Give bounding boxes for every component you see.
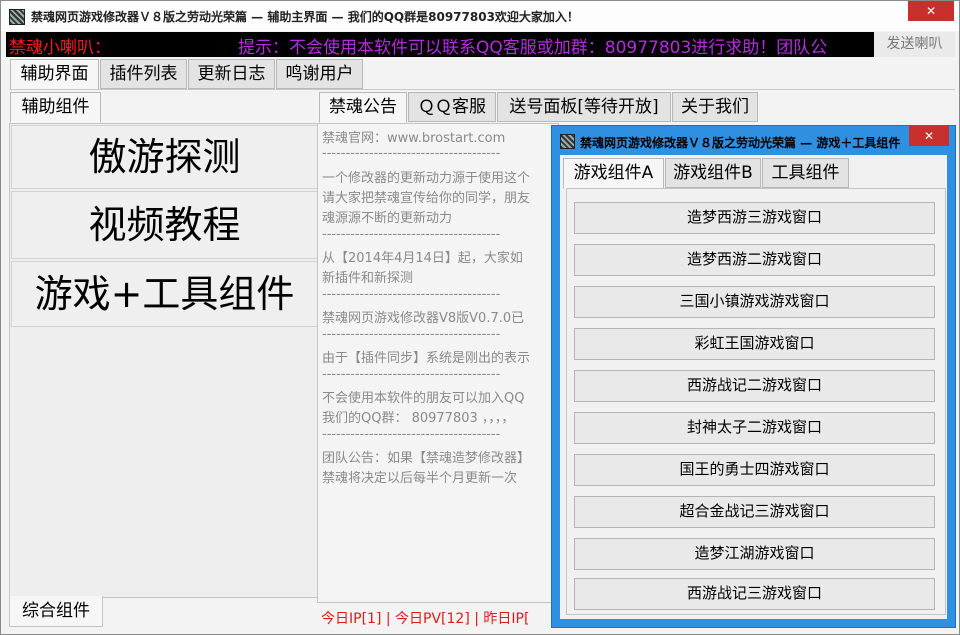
notice-line: 请大家把禁魂宣传给你的同学，朋友 xyxy=(322,191,531,206)
game-window-button[interactable]: 造梦西游三游戏窗口 xyxy=(574,202,935,234)
tab-assist-components[interactable]: 辅助组件 xyxy=(10,92,101,123)
notice-line: 新插件和新探测 xyxy=(322,271,414,286)
tab-general-components[interactable]: 综合组件 xyxy=(9,596,103,627)
content-divider xyxy=(9,89,955,90)
announcement-text: 禁魂官网：www.brostart.com ------------------… xyxy=(317,123,559,603)
notice-line: 不会使用本软件的朋友可以加入QQ xyxy=(322,391,525,406)
tab-game-components-b[interactable]: 游戏组件B xyxy=(665,158,761,188)
dialog-close-button[interactable]: ✕ xyxy=(909,126,949,146)
send-horn-button[interactable]: 发送喇叭 xyxy=(874,32,955,57)
notice-line: -------------------------------------- xyxy=(322,427,501,442)
close-button[interactable]: ✕ xyxy=(908,1,954,21)
notice-line: -------------------------------------- xyxy=(322,146,501,161)
marquee-bar: 禁魂小喇叭： 提示：不会使用本软件可以联系QQ客服或加群：80977803进行求… xyxy=(6,32,874,57)
marquee-label: 禁魂小喇叭： xyxy=(9,38,111,57)
notice-line: 团队公告：如果【禁魂造梦修改器】 xyxy=(322,451,531,466)
notice-line: 魂源源不断的更新动力 xyxy=(322,211,453,226)
title-bar: 禁魂网页游戏修改器Ｖ８版之劳动光荣篇 — 辅助主界面 — 我们的QQ群是8097… xyxy=(1,1,959,31)
game-tool-components-button[interactable]: 游戏+工具组件 xyxy=(11,261,318,327)
game-window-button[interactable]: 三国小镇游戏游戏窗口 xyxy=(574,286,935,318)
notice-line: 禁魂将决定以后每半个月更新一次 xyxy=(322,471,518,486)
game-window-button[interactable]: 西游战记三游戏窗口 xyxy=(574,578,935,610)
marquee-text: 提示：不会使用本软件可以联系QQ客服或加群：80977803进行求助！团队公 xyxy=(238,38,828,57)
dialog-title: 禁魂网页游戏修改器Ｖ８版之劳动光荣篇 — 游戏＋工具组件 xyxy=(580,136,901,150)
notice-line: 一个修改器的更新动力源于使用这个 xyxy=(322,171,531,186)
notice-line: 禁魂网页游戏修改器V8版V0.7.0已 xyxy=(322,311,525,326)
video-tutorial-button[interactable]: 视频教程 xyxy=(11,191,318,259)
tab-account-panel[interactable]: 送号面板[等待开放] xyxy=(497,92,671,122)
window-title: 禁魂网页游戏修改器Ｖ８版之劳动光荣篇 — 辅助主界面 — 我们的QQ群是8097… xyxy=(31,10,579,24)
app-icon xyxy=(9,9,25,25)
visit-stats: 今日IP[1] | 今日PV[12] | 昨日IP[ xyxy=(321,611,530,627)
tab-about-us[interactable]: 关于我们 xyxy=(672,92,758,122)
game-window-button[interactable]: 造梦江湖游戏窗口 xyxy=(574,538,935,570)
tab-update-log[interactable]: 更新日志 xyxy=(188,59,275,89)
aoyou-detect-button[interactable]: 傲游探测 xyxy=(11,125,318,189)
tab-game-components-a[interactable]: 游戏组件A xyxy=(563,158,664,189)
tab-announcement[interactable]: 禁魂公告 xyxy=(319,92,407,123)
notice-line: 从【2014年4月14日】起，大家如 xyxy=(322,251,523,266)
notice-line: -------------------------------------- xyxy=(322,327,501,342)
tab-tool-components[interactable]: 工具组件 xyxy=(762,158,849,188)
tab-plugin-list[interactable]: 插件列表 xyxy=(100,59,187,89)
tab-qq-service[interactable]: ＱＱ客服 xyxy=(408,92,496,122)
notice-line: -------------------------------------- xyxy=(322,287,501,302)
game-window-button[interactable]: 超合金战记三游戏窗口 xyxy=(574,496,935,528)
notice-line: 禁魂官网：www.brostart.com xyxy=(322,131,506,146)
tab-assist-main[interactable]: 辅助界面 xyxy=(10,59,99,90)
game-window-button[interactable]: 西游战记二游戏窗口 xyxy=(574,370,935,402)
notice-line: 我们的QQ群： 80977803 ，，，， xyxy=(322,411,515,426)
notice-line: 由于【插件同步】系统是刚出的表示 xyxy=(322,351,531,366)
dialog-title-bar[interactable]: 禁魂网页游戏修改器Ｖ８版之劳动光荣篇 — 游戏＋工具组件 ✕ xyxy=(552,126,955,155)
notice-line: -------------------------------------- xyxy=(322,227,501,242)
game-window-button[interactable]: 封神太子二游戏窗口 xyxy=(574,412,935,444)
game-window-button[interactable]: 彩虹王国游戏窗口 xyxy=(574,328,935,360)
game-window-button[interactable]: 国王的勇士四游戏窗口 xyxy=(574,454,935,486)
tab-thanks-users[interactable]: 鸣谢用户 xyxy=(276,59,363,89)
dialog-app-icon xyxy=(560,134,575,149)
game-window-button[interactable]: 造梦西游二游戏窗口 xyxy=(574,244,935,276)
notice-line: -------------------------------------- xyxy=(322,367,501,382)
